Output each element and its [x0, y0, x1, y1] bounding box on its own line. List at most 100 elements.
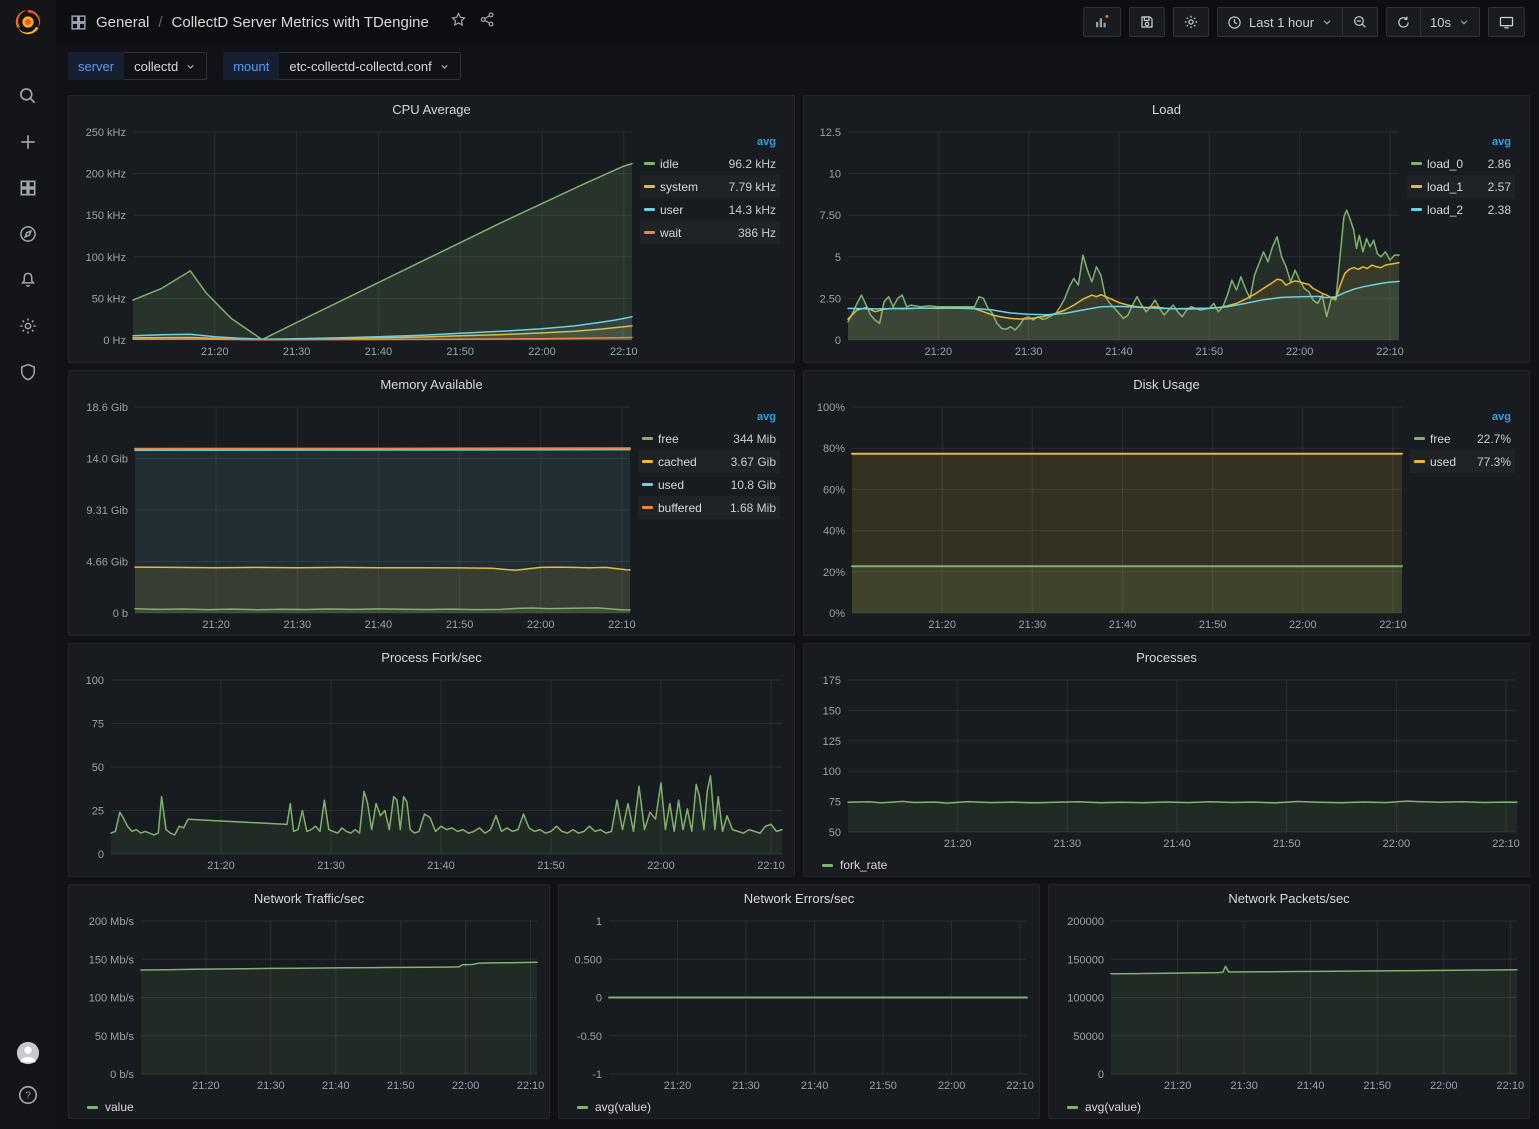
variable-server-value[interactable]: collectd — [124, 52, 207, 80]
explore-icon[interactable] — [16, 222, 40, 246]
y-tick-label: 12.5 — [820, 127, 841, 139]
chart-processes[interactable]: 21:2021:3021:4021:5022:0022:105075100125… — [808, 670, 1525, 852]
refresh-interval-picker[interactable]: 10s — [1420, 8, 1479, 36]
legend-series-label[interactable]: free — [1430, 432, 1477, 446]
legend-series-label[interactable]: system — [660, 180, 729, 194]
x-tick-label: 21:40 — [1297, 1080, 1325, 1092]
legend-series-label[interactable]: idle — [660, 157, 729, 171]
legend-series-label[interactable]: wait — [660, 226, 738, 240]
kiosk-mode-button[interactable] — [1489, 8, 1524, 36]
dashboard-settings-button[interactable] — [1174, 8, 1208, 36]
series-area-free — [852, 566, 1402, 613]
legend-header-avg[interactable]: avg — [638, 409, 780, 427]
legend-series-label[interactable]: used — [658, 478, 731, 492]
configuration-icon[interactable] — [16, 314, 40, 338]
x-tick-label: 21:40 — [365, 619, 393, 631]
series-line-used — [135, 450, 630, 451]
breadcrumb-section[interactable]: General — [96, 14, 149, 31]
legend-item-load_2: load_22.38 — [1407, 198, 1515, 221]
y-tick-label: 100 kHz — [86, 252, 126, 264]
add-panel-button[interactable] — [1084, 8, 1120, 36]
panel-title-processes[interactable]: Processes — [804, 644, 1529, 670]
legend-series-label[interactable]: free — [658, 432, 733, 446]
save-dashboard-button[interactable] — [1130, 8, 1164, 36]
x-tick-label: 22:10 — [1006, 1080, 1034, 1092]
panel-title-network-errors-sec[interactable]: Network Errors/sec — [559, 885, 1039, 911]
create-icon[interactable] — [16, 130, 40, 154]
legend-series-label[interactable]: cached — [658, 455, 731, 469]
legend-item-avg(value)[interactable]: avg(value) — [1067, 1100, 1141, 1114]
chart-disk-usage[interactable]: 21:2021:3021:4021:5022:0022:100%20%40%60… — [808, 397, 1410, 633]
grafana-logo[interactable] — [0, 0, 56, 44]
chart-load[interactable]: 21:2021:3021:4021:5022:0022:1002.5057.50… — [808, 122, 1407, 360]
chart-network-packets-sec[interactable]: 21:2021:3021:4021:5022:0022:100500001000… — [1053, 911, 1525, 1094]
legend-item-user: user14.3 kHz — [640, 198, 780, 221]
panel-title-load[interactable]: Load — [804, 96, 1529, 122]
panel-title-network-packets-sec[interactable]: Network Packets/sec — [1049, 885, 1529, 911]
legend-series-value: 14.3 kHz — [729, 203, 776, 217]
y-tick-label: 5 — [835, 252, 841, 264]
zoom-out-time-button[interactable] — [1342, 8, 1377, 36]
legend-header-avg[interactable]: avg — [640, 134, 780, 152]
series-color-dash — [1414, 460, 1425, 463]
refresh-button[interactable] — [1387, 8, 1420, 36]
time-range-picker[interactable]: Last 1 hour — [1218, 8, 1342, 36]
chart-network-traffic-sec[interactable]: 21:2021:3021:4021:5022:0022:100 b/s50 Mb… — [73, 911, 545, 1094]
chart-svg-process-fork-sec: 21:2021:3021:4021:5022:0022:100255075100 — [73, 670, 790, 874]
legend-item-fork_rate[interactable]: fork_rate — [822, 858, 887, 872]
refresh-interval-label: 10s — [1430, 15, 1451, 30]
main-area: General / CollectD Server Metrics with T… — [56, 0, 1539, 1129]
legend-series-value: 7.79 kHz — [729, 180, 776, 194]
legend-load: avgload_02.86load_12.57load_22.38 — [1407, 122, 1525, 360]
time-range-label: Last 1 hour — [1249, 15, 1314, 30]
panel-title-network-traffic-sec[interactable]: Network Traffic/sec — [69, 885, 549, 911]
variable-mount-value[interactable]: etc-collectd-collectd.conf — [279, 52, 460, 80]
legend-header-avg[interactable]: avg — [1407, 134, 1515, 152]
panel-title-memory-available[interactable]: Memory Available — [69, 371, 794, 397]
series-color-dash — [822, 864, 833, 867]
series-color-dash — [642, 506, 653, 509]
legend-series-label[interactable]: load_2 — [1427, 203, 1488, 217]
avatar[interactable] — [16, 1041, 40, 1065]
legend-item-value[interactable]: value — [87, 1100, 134, 1114]
legend-header-avg[interactable]: avg — [1410, 409, 1515, 427]
legend-item-cached: cached3.67 Gib — [638, 450, 780, 473]
legend-series-label[interactable]: used — [1430, 455, 1477, 469]
panel-title-process-fork-sec[interactable]: Process Fork/sec — [69, 644, 794, 670]
legend-item-used: used10.8 Gib — [638, 473, 780, 496]
legend-series-label[interactable]: load_0 — [1427, 157, 1488, 171]
series-area-cached — [135, 567, 630, 613]
search-icon[interactable] — [16, 84, 40, 108]
legend-series-label: fork_rate — [840, 858, 887, 872]
legend-item-avg(value)[interactable]: avg(value) — [577, 1100, 651, 1114]
dashboard-row-3: Process Fork/sec 21:2021:3021:4021:5022:0… — [68, 643, 1530, 877]
chart-process-fork-sec[interactable]: 21:2021:3021:4021:5022:0022:100255075100 — [73, 670, 790, 874]
panel-title-disk-usage[interactable]: Disk Usage — [804, 371, 1529, 397]
alerting-icon[interactable] — [16, 268, 40, 292]
chart-network-errors-sec[interactable]: 21:2021:3021:4021:5022:0022:10-1-0.5000.… — [563, 911, 1035, 1094]
series-area-value — [141, 962, 537, 1074]
legend-series-label: avg(value) — [1085, 1100, 1141, 1114]
series-color-dash — [1411, 185, 1422, 188]
panel-network-errors-sec: Network Errors/sec21:2021:3021:4021:5022… — [558, 884, 1040, 1119]
chart-memory-available[interactable]: 21:2021:3021:4021:5022:0022:100 b4.66 Gi… — [73, 397, 638, 633]
chart-cpu-average[interactable]: 21:2021:3021:4021:5022:0022:100 Hz50 kHz… — [73, 122, 640, 360]
x-tick-label: 21:20 — [202, 619, 230, 631]
y-tick-label: 0 — [98, 849, 104, 861]
x-tick-label: 22:10 — [757, 860, 785, 872]
legend-series-label[interactable]: buffered — [658, 501, 730, 515]
panel-network-traffic-sec: Network Traffic/sec21:2021:3021:4021:502… — [68, 884, 550, 1119]
panel-title-cpu-average[interactable]: CPU Average — [69, 96, 794, 122]
dashboards-icon[interactable] — [16, 176, 40, 200]
x-tick-label: 21:40 — [427, 860, 455, 872]
y-tick-label: 25 — [92, 806, 104, 818]
server-admin-icon[interactable] — [16, 360, 40, 384]
y-tick-label: 2.50 — [820, 293, 841, 305]
y-tick-label: 0.500 — [574, 954, 602, 966]
legend-series-label[interactable]: user — [660, 203, 729, 217]
y-tick-label: 18.6 Gib — [86, 402, 128, 414]
help-icon[interactable]: ? — [16, 1083, 40, 1107]
legend-series-label[interactable]: load_1 — [1427, 180, 1488, 194]
share-icon[interactable] — [479, 11, 496, 33]
favorite-star-icon[interactable] — [450, 11, 467, 33]
